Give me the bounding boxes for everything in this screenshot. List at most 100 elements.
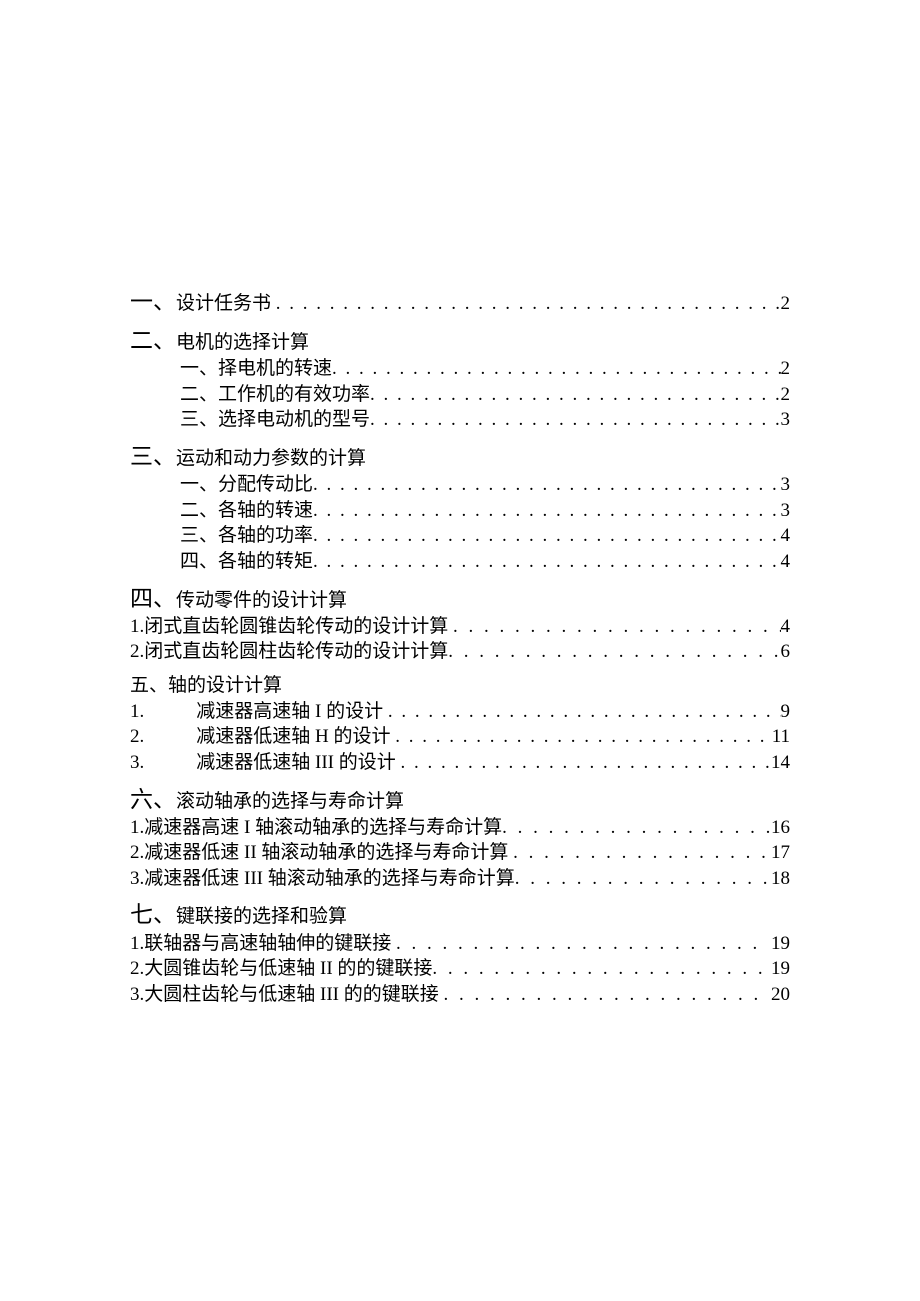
page-number: 3 [781,498,791,524]
sub-number: 三、 [180,523,218,549]
section-number: 六、 [130,784,176,815]
sub-title: 选择电动机的型号 [218,407,370,433]
toc-subentry: 3 . 减速器低速 III 轴滚动轴承的选择与寿命计算 18 [130,866,790,892]
leader-dots [313,498,780,524]
sub-title: 大圆锥齿轮与低速轴 II 的的键联接 [144,956,432,982]
page-number: 3 [781,407,791,433]
sub-title: 减速器低速 III 轴滚动轴承的选择与寿命计算 [144,866,514,892]
page-number: 18 [771,866,790,892]
sub-title: 择电机的转速 [218,356,332,382]
sub-title: 减速器低速轴 III 的设计 [144,750,395,776]
toc-subentry: 三、 各轴的功率 4 [130,523,790,549]
toc-subentry: 2 . 减速器低速 II 轴滚动轴承的选择与寿命计算 17 [130,840,790,866]
section-number: 五、 [130,673,168,699]
sub-title: 各轴的转矩 [218,549,313,575]
toc-subentry: 2 . 闭式直齿轮圆柱齿轮传动的设计计算 6 [130,639,790,665]
sub-title: 闭式直齿轮圆锥齿轮传动的设计计算 [144,614,448,640]
section-title: 传动零件的设计计算 [176,588,347,614]
sub-title: 工作机的有效功率 [218,382,370,408]
leader-dots [502,815,771,841]
leader-dots [370,407,780,433]
sub-number: 二、 [180,382,218,408]
toc-subentry: 一、 分配传动比 3 [130,472,790,498]
leader-dots [400,750,771,776]
leader-dots [453,614,780,640]
section-number: 七、 [130,899,176,930]
toc-subentry: 四、 各轴的转矩 4 [130,549,790,575]
toc-subentry: 二、 各轴的转速 3 [130,498,790,524]
section-number: 二、 [130,325,176,356]
sub-number: 2 [130,956,140,982]
leader-dots [513,840,771,866]
page-number: 19 [771,956,790,982]
page-number: 17 [771,840,790,866]
section-title: 电机的选择计算 [176,330,309,356]
toc-entry-1: 一、 设计任务书 2 [130,286,790,317]
page-number: 2 [781,291,791,317]
sub-number: 一、 [180,472,218,498]
sub-title: 闭式直齿轮圆柱齿轮传动的设计计算 [144,639,448,665]
page-number: 4 [781,523,791,549]
page-number: 19 [771,931,790,957]
toc-subentry: 2 . 大圆锥齿轮与低速轴 II 的的键联接 19 [130,956,790,982]
toc-subentry: 1. 减速器高速轴 I 的设计 9 [130,699,790,725]
leader-dots [313,549,780,575]
sub-number: 3. [130,750,144,776]
leader-dots [276,291,781,317]
sub-title: 减速器高速 I 轴滚动轴承的选择与寿命计算 [144,815,502,841]
sub-title: 联轴器与高速轴轴伸的键联接 [144,931,391,957]
toc-entry-2: 二、 电机的选择计算 [130,325,790,356]
section-title: 轴的设计计算 [168,673,282,699]
page-number: 2 [781,356,791,382]
toc-subentry: 3. 减速器低速轴 III 的设计 14 [130,750,790,776]
toc-entry-5: 五、 轴的设计计算 [130,673,790,699]
sub-title: 分配传动比 [218,472,313,498]
page-number: 2 [781,382,791,408]
sub-number: 1 [130,931,140,957]
toc-page: 一、 设计任务书 2 二、 电机的选择计算 一、 择电机的转速 2 二、 工作机… [0,0,920,1301]
sub-number: 2. [130,724,144,750]
sub-number: 3 [130,982,140,1008]
page-number: 14 [771,750,790,776]
toc-subentry: 2. 减速器低速轴 H 的设计 11 [130,724,790,750]
toc-entry-3: 三、 运动和动力参数的计算 [130,441,790,472]
leader-dots [515,866,771,892]
sub-number: 2 [130,840,140,866]
leader-dots [432,956,766,982]
sub-title: 各轴的功率 [218,523,313,549]
sub-number: 1 [130,815,140,841]
page-number: 6 [781,639,791,665]
page-number: 3 [781,472,791,498]
section-title: 键联接的选择和验算 [176,904,347,930]
leader-dots [313,523,780,549]
toc-entry-4: 四、 传动零件的设计计算 [130,583,790,614]
section-title: 设计任务书 [176,291,271,317]
leader-dots [313,472,780,498]
sub-title: 减速器低速 II 轴滚动轴承的选择与寿命计算 [144,840,508,866]
leader-dots [332,356,780,382]
toc-subentry: 1 . 减速器高速 I 轴滚动轴承的选择与寿命计算 16 [130,815,790,841]
sub-number: 三、 [180,407,218,433]
sub-title: 各轴的转速 [218,498,313,524]
leader-dots [395,724,771,750]
toc-subentry: 1 . 联轴器与高速轴轴伸的键联接 19 [130,931,790,957]
page-number: 11 [772,724,790,750]
section-number: 一、 [130,286,176,317]
leader-dots [370,382,780,408]
page-number: 20 [771,982,790,1008]
toc-entry-7: 七、 键联接的选择和验算 [130,899,790,930]
toc-subentry: 一、 择电机的转速 2 [130,356,790,382]
sub-number: 2 [130,639,140,665]
toc-subentry: 二、 工作机的有效功率 2 [130,382,790,408]
toc-subentry: 1 . 闭式直齿轮圆锥齿轮传动的设计计算 4 [130,614,790,640]
section-title: 运动和动力参数的计算 [176,446,366,472]
section-title: 滚动轴承的选择与寿命计算 [176,789,404,815]
leader-dots [388,699,781,725]
toc-subentry: 三、 选择电动机的型号 3 [130,407,790,433]
section-number: 三、 [130,441,176,472]
page-number: 16 [771,815,790,841]
sub-number: 3 [130,866,140,892]
sub-number: 一、 [180,356,218,382]
sub-title: 减速器高速轴 I 的设计 [144,699,383,725]
sub-number: 四、 [180,549,218,575]
